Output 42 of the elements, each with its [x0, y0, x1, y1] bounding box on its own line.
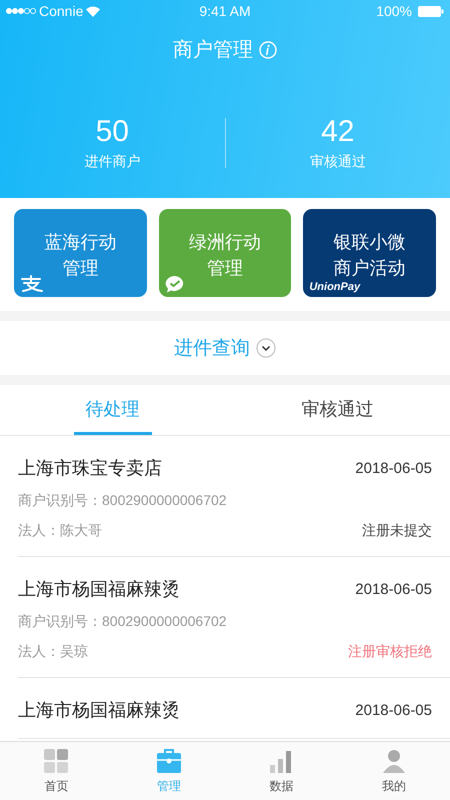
signal-icon	[6, 7, 36, 15]
merchant-row[interactable]: 上海市杨国福麻辣烫 2018-06-05	[18, 678, 450, 739]
merchant-name: 上海市杨国福麻辣烫	[18, 699, 180, 722]
grid-icon	[43, 748, 70, 774]
merchant-name: 上海市杨国福麻辣烫	[18, 578, 180, 601]
merchant-row[interactable]: 上海市珠宝专卖店 2018-06-05 商户识别号：8002900000006702 法人：陈大哥 注册未提交	[18, 436, 450, 557]
date-text: 2018-06-05	[355, 580, 432, 598]
merchant-row[interactable]: 上海市杨国福麻辣烫 2018-06-05 商户识别号：8002900000006702 法人：吴琼 注册审核拒绝	[18, 557, 450, 678]
info-icon[interactable]	[259, 40, 277, 58]
merchant-name: 上海市珠宝专卖店	[18, 457, 162, 480]
status-text: 注册未提交	[362, 522, 432, 540]
nav-tab[interactable]: 首页	[0, 742, 112, 800]
chat-bubble-icon	[164, 275, 185, 293]
date-text: 2018-06-05	[355, 460, 432, 476]
wifi-icon	[86, 6, 100, 16]
card-title: 银联小微 商户活动	[334, 231, 406, 280]
battery-icon	[418, 6, 444, 16]
stat-label: 审核通过	[310, 153, 366, 171]
chevron-down-icon	[256, 338, 276, 358]
merchant-id: 商户识别号：8002900000006702	[18, 492, 227, 510]
stat-label: 进件商户	[84, 153, 140, 171]
briefcase-icon	[156, 748, 182, 774]
tab[interactable]: 审核通过	[290, 385, 386, 435]
page-title: 商户管理	[173, 38, 253, 63]
legal-person: 法人：吴琼	[18, 643, 88, 661]
card-title: 绿洲行动 管理	[189, 231, 261, 280]
battery-level: 100%	[376, 3, 412, 19]
action-card[interactable]: 蓝海行动 管理	[14, 209, 147, 297]
action-card[interactable]: 银联小微 商户活动 UnionPay	[303, 209, 436, 297]
nav-tab[interactable]: 我的	[338, 742, 450, 800]
legal-person: 法人：陈大哥	[18, 522, 102, 540]
stat-value: 42	[321, 115, 354, 149]
clock-time: 9:41 AM	[199, 3, 251, 19]
status-text: 注册审核拒绝	[348, 643, 432, 661]
nav-tab[interactable]: 数据	[225, 742, 338, 800]
carrier-name: Connie	[39, 3, 84, 19]
card-title: 蓝海行动 管理	[44, 231, 116, 280]
stat-value: 50	[96, 115, 129, 149]
date-text: 2018-06-05	[355, 702, 432, 718]
card-logo-text: UnionPay	[309, 280, 360, 294]
merchant-id: 商户识别号：8002900000006702	[18, 613, 227, 631]
person-icon	[380, 748, 407, 774]
